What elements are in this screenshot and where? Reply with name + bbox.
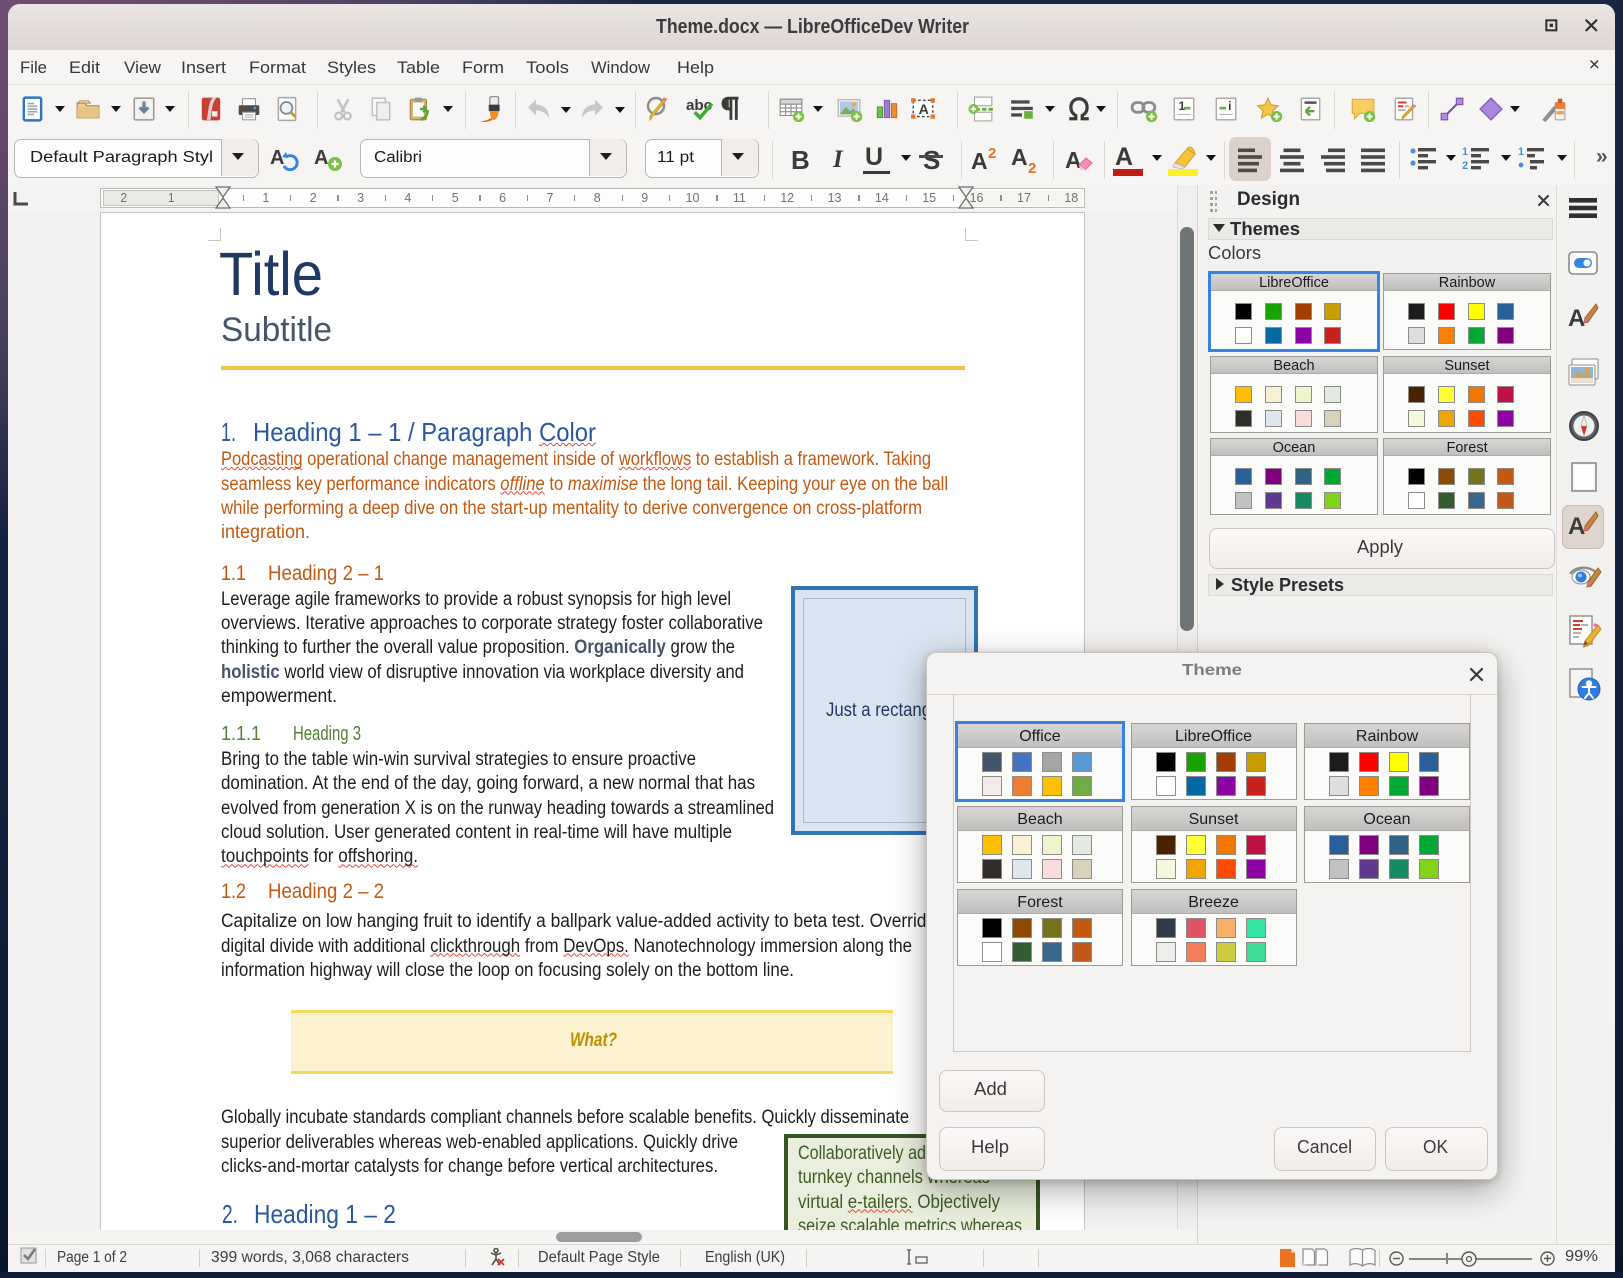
- svg-text:A: A: [1065, 147, 1082, 173]
- svg-text:A: A: [971, 148, 988, 174]
- svg-text:2: 2: [1028, 160, 1036, 175]
- svg-text:1: 1: [1179, 99, 1186, 113]
- svg-text:A: A: [1115, 143, 1133, 171]
- svg-text:i: i: [1228, 99, 1231, 113]
- svg-text:A: A: [1568, 305, 1585, 332]
- svg-text:A: A: [314, 147, 328, 169]
- svg-text:2: 2: [988, 145, 996, 162]
- svg-text:1: 1: [1518, 146, 1524, 158]
- svg-text:2: 2: [1462, 160, 1468, 172]
- svg-text:A: A: [270, 147, 284, 169]
- svg-text:A: A: [1011, 144, 1028, 170]
- svg-text:1: 1: [1462, 146, 1468, 158]
- svg-text:A: A: [1568, 513, 1585, 540]
- svg-text:A: A: [919, 101, 929, 117]
